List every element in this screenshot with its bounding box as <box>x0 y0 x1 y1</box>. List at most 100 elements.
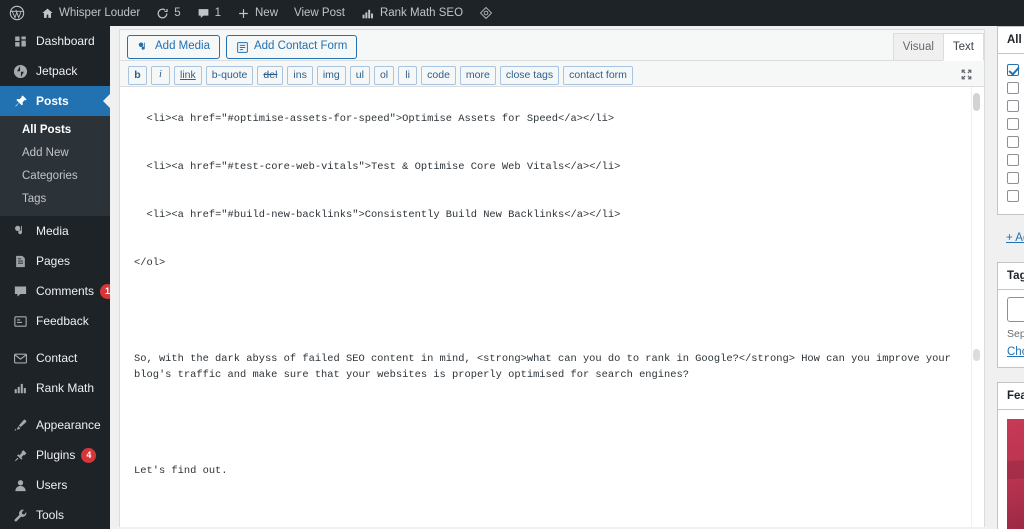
submenu-item-add-new[interactable]: Add New <box>0 142 110 165</box>
sidebar-item-label: Plugins <box>36 448 76 462</box>
choose-most-used-tags-link[interactable]: Choose from the most used tags <box>1007 340 1024 358</box>
tags-metabox-body: Separate with commas Choose from the mos… <box>998 290 1024 367</box>
sidebar-item-label: Feedback <box>36 314 89 328</box>
category-item[interactable]: Uncategorised <box>1007 169 1024 187</box>
add-new-category-link[interactable]: + Add New Category <box>997 226 1024 244</box>
sidebar-item-label: Users <box>36 478 68 492</box>
quicktag-img-button[interactable]: img <box>316 65 346 85</box>
paintbrush-icon <box>11 416 29 434</box>
category-checkbox[interactable] <box>1007 190 1019 202</box>
category-item[interactable]: Web Design <box>1007 187 1024 205</box>
submenu-item-tags[interactable]: Tags <box>0 188 110 211</box>
editor-scrollbar[interactable] <box>971 87 982 527</box>
sidebar-item-users[interactable]: Users <box>0 470 110 500</box>
category-checklist: Blogging Content Marketing Email Marketi… <box>1007 61 1024 205</box>
comment-bubble-icon <box>197 7 210 20</box>
post-settings-sidebar: All Categories Blogging Content Marketin… <box>993 26 1024 529</box>
sidebar-item-feedback[interactable]: Feedback <box>0 306 110 336</box>
quicktag-bold-button[interactable]: b <box>128 65 147 85</box>
litespeed-cache-menu[interactable] <box>471 0 501 26</box>
category-checkbox[interactable] <box>1007 154 1019 166</box>
quicktag-more-button[interactable]: more <box>459 65 496 85</box>
distraction-free-writing-button[interactable] <box>956 64 976 84</box>
category-item[interactable]: Content Marketing <box>1007 79 1024 97</box>
quicktag-link-button[interactable]: link <box>174 65 202 85</box>
add-new-category-link-wrap: + Add New Category <box>997 226 1024 244</box>
quicktag-del-button[interactable]: del <box>257 65 284 85</box>
featured-image-metabox-title: Featured image <box>998 383 1024 410</box>
submenu-item-categories[interactable]: Categories <box>0 165 110 188</box>
plugin-updates-badge: 4 <box>81 447 97 463</box>
wordpress-logo-menu[interactable] <box>0 0 33 26</box>
category-item[interactable]: SEO <box>1007 133 1024 151</box>
sidebar-item-jetpack[interactable]: Jetpack <box>0 56 110 86</box>
tags-input[interactable] <box>1007 297 1024 322</box>
add-media-label: Add Media <box>155 40 210 53</box>
sidebar-item-appearance[interactable]: Appearance <box>0 410 110 440</box>
category-checkbox[interactable] <box>1007 100 1019 112</box>
tab-text[interactable]: Text <box>942 33 984 61</box>
sidebar-item-contact[interactable]: Contact <box>0 343 110 373</box>
feedback-icon <box>11 312 29 330</box>
featured-image-metabox-body <box>998 410 1024 529</box>
comments-menu[interactable]: 1 <box>189 0 229 26</box>
sidebar-item-media[interactable]: Media <box>0 216 110 246</box>
plus-icon <box>237 7 250 20</box>
view-post-link[interactable]: View Post <box>286 0 353 26</box>
editor-scrollbar-thumb-secondary[interactable] <box>973 349 980 361</box>
quicktag-ul-button[interactable]: ul <box>349 65 370 85</box>
updates-icon <box>156 7 169 20</box>
editor-scrollbar-thumb[interactable] <box>973 93 980 111</box>
sidebar-item-label: Dashboard <box>36 34 95 48</box>
quicktag-ol-button[interactable]: ol <box>373 65 395 85</box>
sidebar-item-label: Posts <box>36 94 69 108</box>
category-item[interactable]: Marketing <box>1007 115 1024 133</box>
quicktag-italic-button[interactable]: i <box>151 65 170 85</box>
site-name-menu[interactable]: Whisper Louder <box>33 0 148 26</box>
tags-hint-text: Separate with commas <box>1007 328 1024 340</box>
category-item[interactable]: Blogging <box>1007 61 1024 79</box>
featured-image-thumbnail[interactable] <box>1007 419 1024 529</box>
main-content-wrap: Add Media Add Contact Form Visual Text b… <box>110 26 1024 529</box>
sidebar-item-posts[interactable]: Posts <box>0 86 110 116</box>
category-checkbox[interactable] <box>1007 172 1019 184</box>
post-content-textarea[interactable]: <li><a href="#optimise-assets-for-speed"… <box>120 87 984 527</box>
category-checkbox[interactable] <box>1007 64 1019 76</box>
quicktag-li-button[interactable]: li <box>398 65 418 85</box>
quicktag-close-tags-button[interactable]: close tags <box>499 65 560 85</box>
category-checkbox[interactable] <box>1007 82 1019 94</box>
posts-submenu: All Posts Add New Categories Tags <box>0 116 110 216</box>
sidebar-item-label: Tools <box>36 508 65 522</box>
media-icon <box>137 41 150 54</box>
new-content-menu[interactable]: New <box>229 0 286 26</box>
tab-visual[interactable]: Visual <box>892 33 944 60</box>
sidebar-item-dashboard[interactable]: Dashboard <box>0 26 110 56</box>
quicktag-code-button[interactable]: code <box>421 65 456 85</box>
rank-math-seo-menu[interactable]: Rank Math SEO <box>353 0 471 26</box>
category-item[interactable]: Email Marketing <box>1007 97 1024 115</box>
submenu-item-all-posts[interactable]: All Posts <box>0 119 110 142</box>
add-media-button[interactable]: Add Media <box>127 35 220 59</box>
quicktag-blockquote-button[interactable]: b-quote <box>205 65 254 85</box>
code-line: <li><a href="#build-new-backlinks">Consi… <box>134 209 621 221</box>
sidebar-item-pages[interactable]: Pages <box>0 246 110 276</box>
quicktag-ins-button[interactable]: ins <box>287 65 313 85</box>
code-line: <li><a href="#test-core-web-vitals">Test… <box>134 161 621 173</box>
sidebar-item-label: Contact <box>36 351 78 365</box>
categories-metabox-body: Blogging Content Marketing Email Marketi… <box>998 54 1024 214</box>
sidebar-item-plugins[interactable]: Plugins 4 <box>0 440 110 470</box>
category-item[interactable]: Social Media <box>1007 151 1024 169</box>
featured-image-metabox: Featured image <box>997 382 1024 529</box>
sidebar-item-tools[interactable]: Tools <box>0 500 110 529</box>
category-checkbox[interactable] <box>1007 136 1019 148</box>
updates-menu[interactable]: 5 <box>148 0 188 26</box>
sidebar-item-comments[interactable]: Comments 1 <box>0 276 110 306</box>
editor-mode-tabs: Visual Text <box>892 33 984 61</box>
tags-metabox: Tags Separate with commas Choose from th… <box>997 262 1024 368</box>
category-checkbox[interactable] <box>1007 118 1019 130</box>
quicktag-contact-form-button[interactable]: contact form <box>563 65 633 85</box>
sidebar-item-rank-math[interactable]: Rank Math <box>0 373 110 403</box>
jetpack-icon <box>11 62 29 80</box>
add-contact-form-button[interactable]: Add Contact Form <box>225 35 358 59</box>
